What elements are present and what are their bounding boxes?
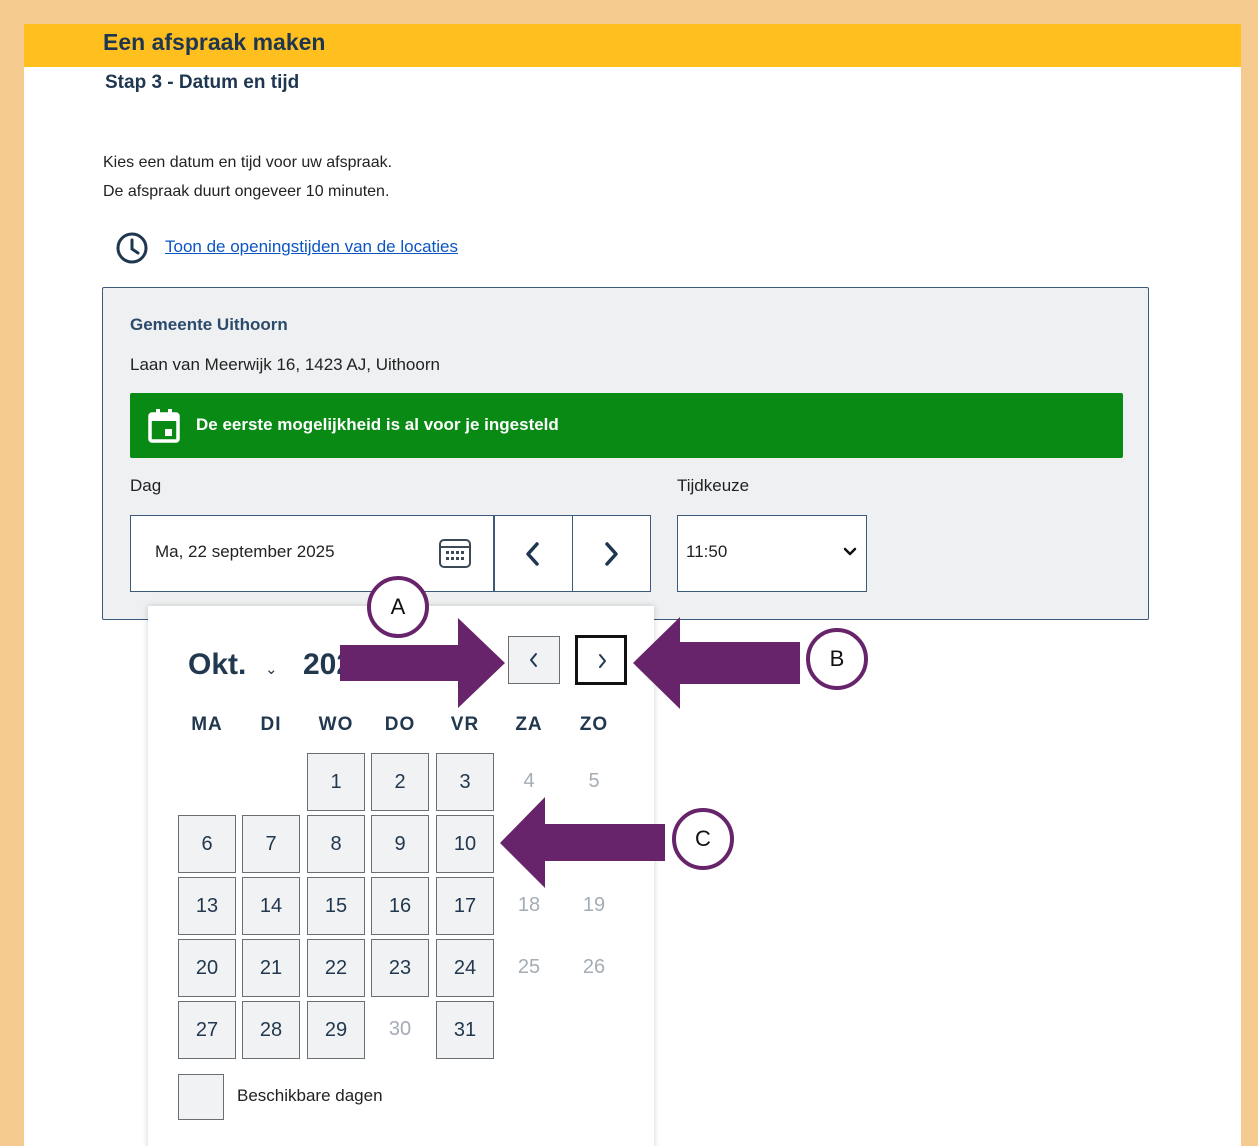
calendar-day-available[interactable]: 20 bbox=[178, 939, 236, 997]
calendar-day-available[interactable]: 9 bbox=[371, 815, 429, 873]
calendar-picker-icon[interactable] bbox=[438, 536, 472, 570]
page-frame: Een afspraak maken Stap 3 - Datum en tij… bbox=[24, 24, 1241, 1146]
calendar-day-unavailable: 19 bbox=[582, 894, 606, 916]
opening-hours-link[interactable]: Toon de openingstijden van de locaties bbox=[165, 237, 458, 257]
location-name: Gemeente Uithoorn bbox=[130, 315, 288, 334]
calendar-day-available[interactable]: 24 bbox=[436, 939, 494, 997]
calendar-day-available[interactable]: 15 bbox=[307, 877, 365, 935]
clock-icon bbox=[116, 232, 148, 264]
datepicker-year[interactable]: 2025 bbox=[303, 648, 370, 682]
calendar-day-unavailable: 26 bbox=[582, 956, 606, 978]
calendar-day-unavailable: 5 bbox=[588, 770, 600, 792]
calendar-day-available[interactable]: 28 bbox=[242, 1001, 300, 1059]
location-address: Laan van Meerwijk 16, 1423 AJ, Uithoorn bbox=[130, 355, 440, 374]
calendar-day-available[interactable]: 10 bbox=[436, 815, 494, 873]
calendar-day-available[interactable]: 17 bbox=[436, 877, 494, 935]
first-availability-banner: De eerste mogelijkheid is al voor je ing… bbox=[130, 393, 1123, 458]
calendar-day-unavailable: 18 bbox=[517, 894, 541, 916]
calendar-icon bbox=[148, 409, 180, 443]
previous-day-button[interactable] bbox=[494, 515, 573, 592]
calendar-day-available[interactable]: 2 bbox=[371, 753, 429, 811]
legend-swatch bbox=[178, 1074, 224, 1120]
calendar-day-available[interactable]: 8 bbox=[307, 815, 365, 873]
calendar-day-available[interactable]: 7 bbox=[242, 815, 300, 873]
calendar-day-available[interactable]: 14 bbox=[242, 877, 300, 935]
banner-text: De eerste mogelijkheid is al voor je ing… bbox=[196, 415, 559, 434]
time-label: Tijdkeuze bbox=[677, 476, 750, 495]
chevron-right-icon bbox=[605, 542, 618, 566]
datepicker-popup: Okt. ⌄ 2025 MA DI WO DO VR ZA ZO 1 2 3 4 5 6 7 8 9 10 13 1… bbox=[148, 606, 654, 1146]
location-panel: Gemeente Uithoorn Laan van Meerwijk 16, … bbox=[102, 287, 1149, 620]
header-bar: Een afspraak maken bbox=[24, 24, 1241, 67]
date-input[interactable]: Ma, 22 september 2025 bbox=[130, 515, 494, 592]
calendar-day-available[interactable]: 29 bbox=[307, 1001, 365, 1059]
calendar-day-unavailable: 30 bbox=[388, 1018, 412, 1040]
calendar-day-unavailable: 25 bbox=[517, 956, 541, 978]
next-month-button[interactable] bbox=[575, 635, 627, 685]
month-chevron-down-icon: ⌄ bbox=[265, 661, 278, 678]
day-label: Dag bbox=[130, 476, 162, 495]
calendar-day-available[interactable]: 22 bbox=[307, 939, 365, 997]
weekday-header: WO bbox=[318, 714, 354, 735]
intro-line-2: De afspraak duurt ongeveer 10 minuten. bbox=[103, 183, 390, 200]
legend-label: Beschikbare dagen bbox=[237, 1086, 383, 1105]
calendar-day-available[interactable]: 6 bbox=[178, 815, 236, 873]
date-input-value: Ma, 22 september 2025 bbox=[155, 542, 335, 561]
previous-month-button[interactable] bbox=[508, 636, 560, 684]
weekday-header: DO bbox=[384, 714, 416, 735]
calendar-day-available[interactable]: 27 bbox=[178, 1001, 236, 1059]
calendar-day-available[interactable]: 1 bbox=[307, 753, 365, 811]
calendar-day-available[interactable]: 13 bbox=[178, 877, 236, 935]
weekday-header: ZA bbox=[515, 714, 543, 735]
calendar-day-available[interactable]: 23 bbox=[371, 939, 429, 997]
page-title: Een afspraak maken bbox=[103, 29, 326, 55]
datepicker-month-select[interactable]: Okt. bbox=[188, 648, 246, 682]
weekday-header: ZO bbox=[579, 714, 609, 735]
weekday-header: VR bbox=[450, 714, 480, 735]
annotation-marker-a: A bbox=[367, 576, 429, 638]
chevron-left-icon bbox=[530, 653, 537, 667]
chevron-left-icon bbox=[526, 542, 539, 566]
weekday-header: DI bbox=[260, 714, 282, 735]
time-select-value: 11:50 bbox=[686, 542, 728, 561]
chevron-down-icon bbox=[843, 547, 857, 556]
calendar-day-available[interactable]: 3 bbox=[436, 753, 494, 811]
annotation-marker-c: C bbox=[672, 808, 734, 870]
calendar-day-available[interactable]: 16 bbox=[371, 877, 429, 935]
chevron-right-icon bbox=[599, 654, 606, 668]
annotation-marker-b: B bbox=[806, 628, 868, 690]
weekday-header: MA bbox=[191, 714, 223, 735]
time-select[interactable]: 11:50 bbox=[677, 515, 867, 592]
intro-line-1: Kies een datum en tijd voor uw afspraak. bbox=[103, 154, 393, 171]
step-title: Stap 3 - Datum en tijd bbox=[105, 72, 300, 93]
next-day-button[interactable] bbox=[572, 515, 651, 592]
calendar-day-unavailable: 4 bbox=[523, 770, 535, 792]
calendar-day-available[interactable]: 21 bbox=[242, 939, 300, 997]
calendar-day-available[interactable]: 31 bbox=[436, 1001, 494, 1059]
